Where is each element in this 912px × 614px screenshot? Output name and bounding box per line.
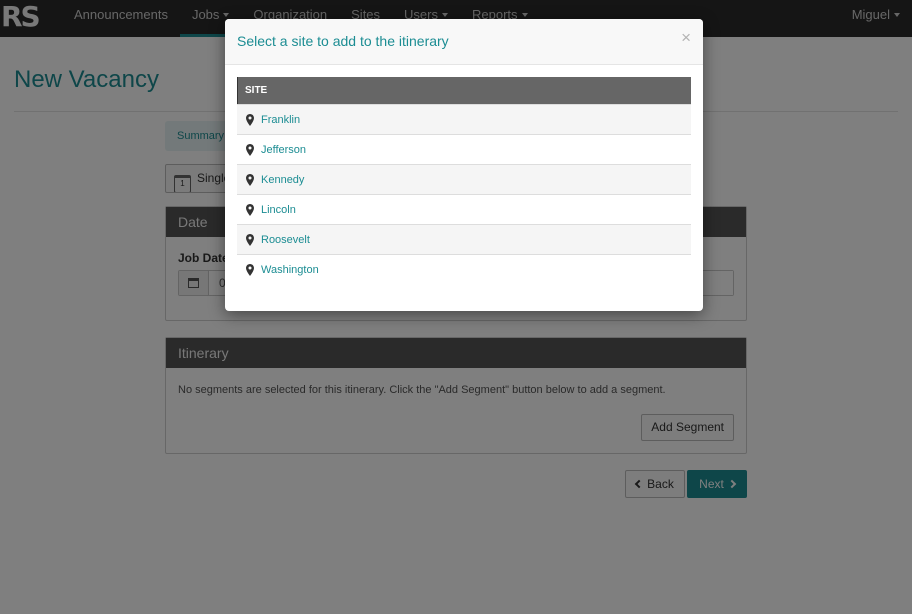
site-link-franklin[interactable]: Franklin	[261, 114, 300, 126]
map-marker-icon	[246, 173, 254, 186]
map-marker-icon	[246, 143, 254, 156]
select-site-modal: Select a site to add to the itinerary × …	[225, 19, 703, 311]
table-row[interactable]: Lincoln	[237, 194, 691, 224]
map-marker-icon	[246, 203, 254, 216]
table-row[interactable]: Roosevelt	[237, 224, 691, 254]
site-link-kennedy[interactable]: Kennedy	[261, 174, 304, 186]
site-column-header: SITE	[237, 77, 691, 104]
table-row[interactable]: Jefferson	[237, 134, 691, 164]
site-link-lincoln[interactable]: Lincoln	[261, 204, 296, 216]
map-marker-icon	[246, 233, 254, 246]
site-link-washington[interactable]: Washington	[261, 264, 319, 276]
table-row[interactable]: Washington	[237, 254, 691, 284]
site-link-roosevelt[interactable]: Roosevelt	[261, 234, 310, 246]
map-marker-icon	[246, 263, 254, 276]
site-table: SITE Franklin Jefferson Kennedy Lincoln …	[237, 77, 691, 284]
site-link-jefferson[interactable]: Jefferson	[261, 144, 306, 156]
map-marker-icon	[246, 113, 254, 126]
table-row[interactable]: Kennedy	[237, 164, 691, 194]
modal-title: Select a site to add to the itinerary	[237, 33, 449, 49]
modal-header: Select a site to add to the itinerary ×	[225, 19, 703, 65]
close-icon[interactable]: ×	[681, 28, 691, 48]
table-row[interactable]: Franklin	[237, 104, 691, 134]
